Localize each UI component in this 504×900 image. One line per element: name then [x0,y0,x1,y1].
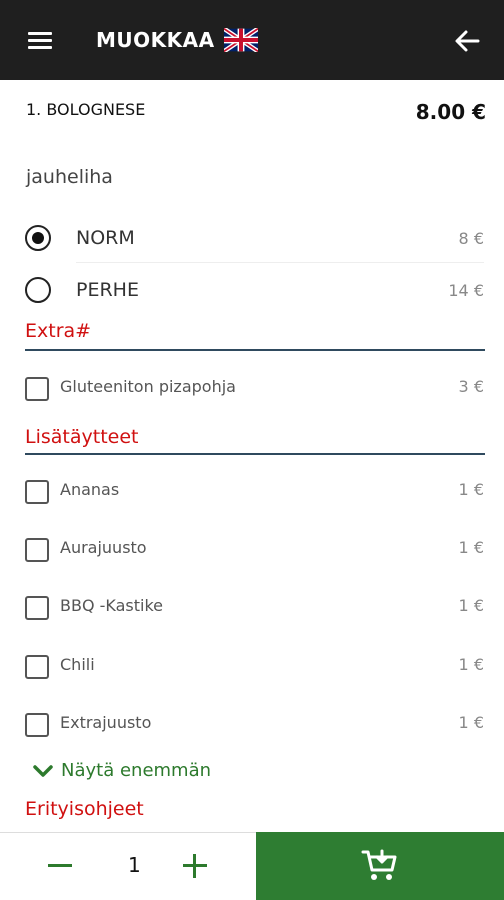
option-label: Aurajuusto [60,538,147,557]
quantity-value: 1 [128,853,141,877]
option-price: 1 € [458,538,484,557]
option-label: BBQ -Kastike [60,596,164,615]
option-label: Chili [60,655,95,674]
option-label: Gluteeniton pizapohja [60,377,236,396]
product-title: 1. BOLOGNESE [26,100,146,119]
top-app-bar: MUOKKAA [0,0,504,80]
size-price: 8 € [458,228,484,248]
option-price: 3 € [458,377,484,396]
add-to-cart-button[interactable] [256,832,504,900]
page-title: MUOKKAA [96,28,215,52]
product-price: 8.00 € [415,100,486,124]
divider [76,262,484,263]
hamburger-menu-icon[interactable] [26,28,58,54]
increase-quantity-button[interactable] [181,851,211,881]
show-more-label: Näytä enemmän [61,760,212,781]
option-price: 1 € [458,480,484,499]
topping-chili[interactable]: Chili 1 € [0,647,504,687]
section-heading-toppings: Lisätäytteet [25,426,139,448]
cart-add-icon [361,849,397,880]
product-description: jauheliha [26,166,113,188]
size-option-norm[interactable]: NORM 8 € [0,214,504,262]
topping-bbq-kastike[interactable]: BBQ -Kastike 1 € [0,588,504,628]
section-heading-instructions: Erityisohjeet [25,798,144,820]
uk-flag-icon[interactable] [222,26,260,54]
checkbox[interactable] [25,655,49,679]
show-more-link[interactable]: Näytä enemmän [33,760,211,781]
checkbox[interactable] [25,713,49,737]
checkbox[interactable] [25,538,49,562]
checkbox[interactable] [25,480,49,504]
decrease-quantity-button[interactable] [46,851,76,881]
radio-button-checked[interactable] [25,225,51,251]
option-price: 1 € [458,713,484,732]
chevron-down-icon [33,764,53,777]
option-price: 1 € [458,596,484,615]
option-gluten-free-base[interactable]: Gluteeniton pizapohja 3 € [0,369,504,409]
topping-extrajuusto[interactable]: Extrajuusto 1 € [0,705,504,745]
option-price: 1 € [458,655,484,674]
checkbox[interactable] [25,596,49,620]
size-price: 14 € [448,280,484,300]
option-label: Extrajuusto [60,713,152,732]
arrow-left-icon[interactable] [452,26,482,56]
section-divider [25,453,485,455]
size-label: PERHE [76,279,139,301]
section-divider [25,349,485,351]
topping-aurajuusto[interactable]: Aurajuusto 1 € [0,530,504,570]
size-option-perhe[interactable]: PERHE 14 € [0,266,504,314]
size-label: NORM [76,227,135,249]
topping-ananas[interactable]: Ananas 1 € [0,472,504,512]
radio-button[interactable] [25,277,51,303]
section-heading-extra: Extra# [25,320,92,342]
option-label: Ananas [60,480,120,499]
checkbox[interactable] [25,377,49,401]
